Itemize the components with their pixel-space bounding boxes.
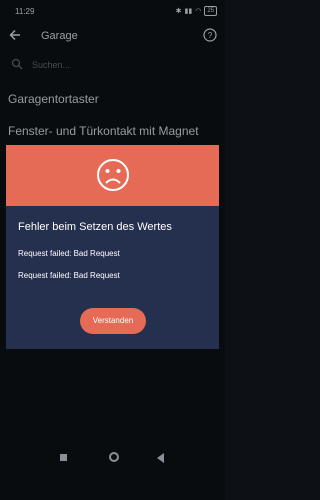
- dialog-message: Request failed: Bad Request: [18, 271, 120, 280]
- system-nav-bar: [0, 447, 225, 469]
- home-icon[interactable]: [109, 452, 119, 462]
- dialog-header: [6, 145, 219, 206]
- sad-face-icon: [97, 159, 129, 191]
- recents-icon[interactable]: [60, 454, 67, 461]
- confirm-button[interactable]: Verstanden: [80, 308, 146, 334]
- nav-back-icon[interactable]: [157, 453, 164, 463]
- error-dialog: Fehler beim Setzen des Wertes Request fa…: [6, 145, 219, 349]
- dialog-message: Request failed: Bad Request: [18, 249, 120, 258]
- dialog-title: Fehler beim Setzen des Wertes: [18, 221, 172, 233]
